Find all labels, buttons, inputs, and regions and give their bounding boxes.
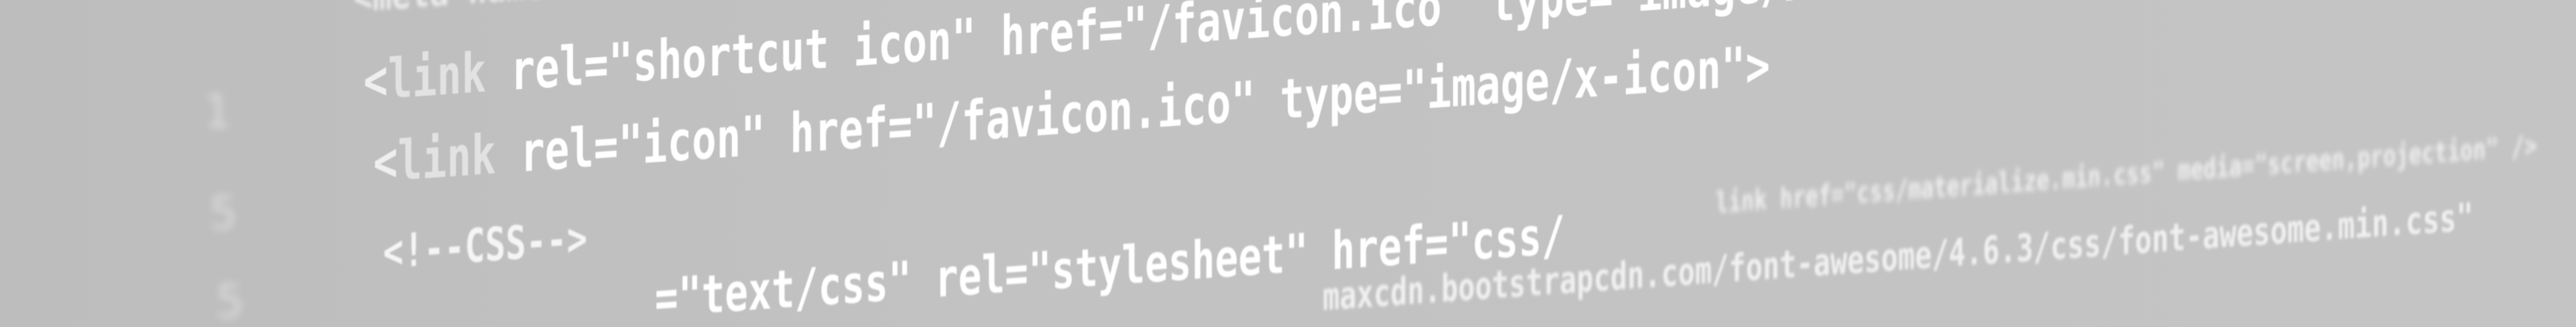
- tag-open-bracket: <: [373, 129, 398, 195]
- code-editor-background: 1 5 5 <meta name="viewport" content="wid…: [0, 0, 2576, 327]
- tag-name: link: [397, 122, 496, 194]
- code-block: <meta name="viewport" content="width=dev…: [0, 0, 2576, 327]
- code-line-css-comment: <!--CSS-->: [383, 211, 587, 279]
- code-comment: <!--CSS-->: [383, 211, 587, 279]
- tag-name: link: [388, 40, 487, 112]
- tag-open-bracket: <: [363, 47, 388, 113]
